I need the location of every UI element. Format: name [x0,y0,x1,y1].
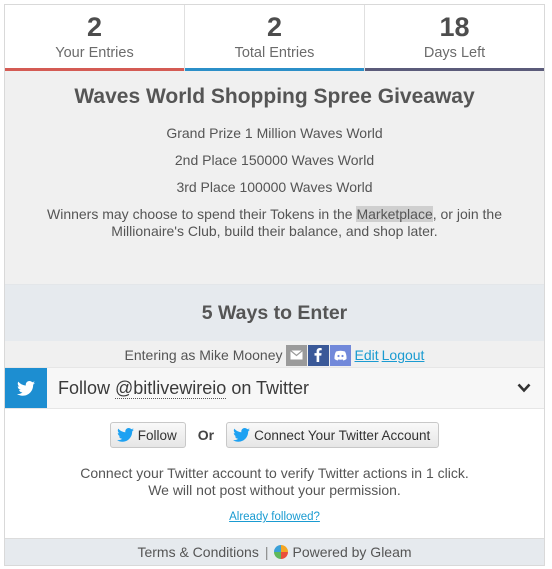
email-icon[interactable] [285,344,307,366]
entry-title: Follow @bitlivewireio on Twitter [58,377,504,399]
entry-title-prefix: Follow [58,377,116,398]
connect-twitter-button[interactable]: Connect Your Twitter Account [226,422,440,448]
info-line-2: We will not post without your permission… [148,482,401,498]
stat-color-bar [185,68,364,71]
follow-button-label: Follow [137,427,177,443]
twitter-icon [5,368,47,408]
twitter-follow-entry-header[interactable]: Follow @bitlivewireio on Twitter [5,367,544,409]
stat-value: 2 [266,12,283,42]
prize-grand: Grand Prize 1 Million Waves World [166,125,383,141]
entering-as-bar: Entering as Mike Mooney Edit Logout [5,343,544,367]
logout-link[interactable]: Logout [382,347,425,363]
gleam-logo-icon [274,545,289,559]
campaign-note: Winners may choose to spend their Tokens… [5,206,544,240]
button-row: Follow Or Connect Your Twitter Account [5,409,544,448]
stat-label: Total Entries [234,45,315,61]
twitter-bird-icon [233,428,251,442]
edit-link[interactable]: Edit [355,347,379,363]
terms-link[interactable]: Terms & Conditions [137,544,258,560]
note-text-before: Winners may choose to spend their Tokens… [47,206,357,222]
stat-label: Days Left [423,45,486,61]
discord-icon[interactable] [329,344,351,366]
prize-second: 2nd Place 150000 Waves World [174,152,375,168]
facebook-icon[interactable] [307,344,329,366]
campaign-title: Waves World Shopping Spree Giveaway [74,85,475,108]
stat-color-bar [5,68,184,71]
or-separator: Or [197,427,215,443]
stats-bar: 2 Your Entries 2 Total Entries 18 Days L… [5,5,544,71]
giveaway-widget: 2 Your Entries 2 Total Entries 18 Days L… [4,4,545,566]
twitter-bird-icon [116,428,134,442]
stat-total-entries: 2 Total Entries [185,5,365,71]
stat-color-bar [365,68,544,71]
footer-separator: | [264,544,269,560]
stat-value: 18 [439,12,470,42]
twitter-handle[interactable]: @bitlivewireio [115,377,227,399]
info-line-1: Connect your Twitter account to verify T… [80,465,469,481]
prize-third: 3rd Place 100000 Waves World [176,179,373,195]
footer: Terms & Conditions | Powered by Gleam [5,538,544,565]
entry-body: Follow Or Connect Your Twitter Account C… [5,409,544,542]
stat-value: 2 [86,12,103,42]
marketplace-highlight: Marketplace [356,206,433,222]
stat-your-entries: 2 Your Entries [5,5,185,71]
chevron-down-icon[interactable] [504,383,544,393]
stat-days-left: 18 Days Left [365,5,544,71]
ways-to-enter-heading: 5 Ways to Enter [5,284,544,341]
already-followed-link[interactable]: Already followed? [229,511,320,523]
stat-label: Your Entries [55,45,134,61]
powered-by-gleam-link[interactable]: Powered by Gleam [292,544,411,560]
twitter-info-text: Connect your Twitter account to verify T… [5,465,544,499]
campaign-description: Waves World Shopping Spree Giveaway Gran… [5,71,544,284]
entering-as-text: Entering as Mike Mooney [124,347,283,363]
entry-title-suffix: on Twitter [226,377,310,398]
follow-button[interactable]: Follow [109,422,186,448]
connect-button-label: Connect Your Twitter Account [254,427,431,443]
